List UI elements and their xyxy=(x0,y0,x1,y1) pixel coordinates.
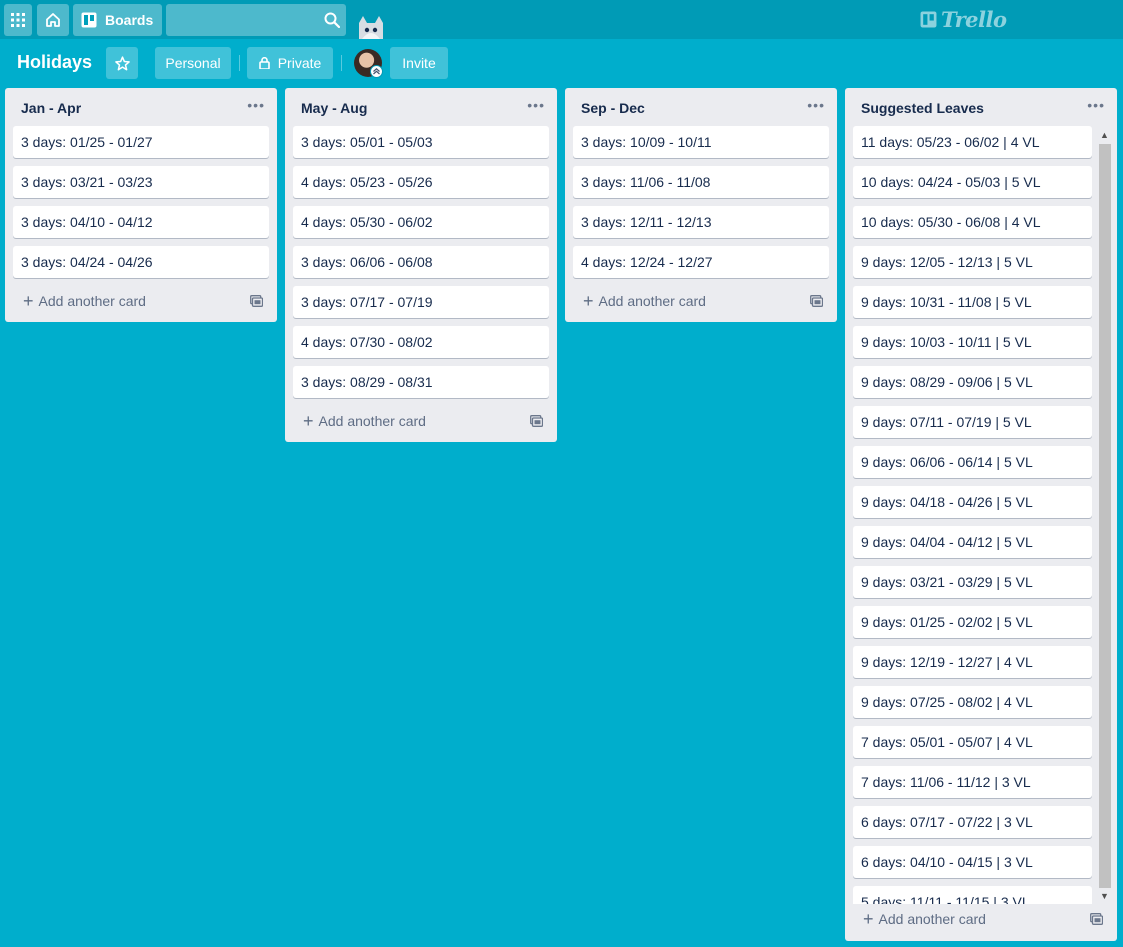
star-board-button[interactable] xyxy=(106,47,138,79)
add-card-button[interactable]: + Add another card xyxy=(583,291,706,311)
card[interactable]: 9 days: 10/31 - 11/08 | 5 VL xyxy=(853,286,1092,318)
card[interactable]: 3 days: 11/06 - 11/08 xyxy=(573,166,829,198)
card[interactable]: 3 days: 04/24 - 04/26 xyxy=(13,246,269,278)
card[interactable]: 9 days: 01/25 - 02/02 | 5 VL xyxy=(853,606,1092,638)
add-card-label: Add another card xyxy=(318,413,426,429)
boards-label: Boards xyxy=(105,12,154,28)
plus-icon: + xyxy=(23,291,34,311)
plus-icon: + xyxy=(583,291,594,311)
list-menu-icon[interactable]: ••• xyxy=(807,97,825,113)
list-title[interactable]: May - Aug xyxy=(301,100,367,116)
trello-logo-text: Trello xyxy=(941,6,1007,32)
add-card-label: Add another card xyxy=(38,293,146,309)
scroll-down-icon[interactable]: ▼ xyxy=(1100,891,1109,901)
add-card-label: Add another card xyxy=(878,911,986,927)
list-menu-icon[interactable]: ••• xyxy=(527,97,545,113)
card[interactable]: 11 days: 05/23 - 06/02 | 4 VL xyxy=(853,126,1092,158)
card[interactable]: 4 days: 07/30 - 08/02 xyxy=(293,326,549,358)
scrollbar-thumb[interactable] xyxy=(1099,144,1111,888)
card[interactable]: 9 days: 07/11 - 07/19 | 5 VL xyxy=(853,406,1092,438)
card[interactable]: 10 days: 04/24 - 05/03 | 5 VL xyxy=(853,166,1092,198)
card-template-icon[interactable] xyxy=(810,295,823,307)
team-button[interactable]: Personal xyxy=(155,47,231,79)
header-divider xyxy=(239,55,240,71)
add-card-button[interactable]: + Add another card xyxy=(23,291,146,311)
card[interactable]: 9 days: 06/06 - 06/14 | 5 VL xyxy=(853,446,1092,478)
list-header: Sep - Dec ••• xyxy=(565,88,837,126)
apps-grid-icon xyxy=(11,13,25,27)
list-sep-dec: Sep - Dec ••• 3 days: 10/09 - 10/11 3 da… xyxy=(565,88,837,322)
card[interactable]: 5 days: 11/11 - 11/15 | 3 VL xyxy=(853,886,1092,904)
list-menu-icon[interactable]: ••• xyxy=(247,97,265,113)
invite-button[interactable]: Invite xyxy=(390,47,448,79)
visibility-button[interactable]: Private xyxy=(247,47,333,79)
card[interactable]: 3 days: 08/29 - 08/31 xyxy=(293,366,549,398)
home-button[interactable] xyxy=(37,4,69,36)
taco-mascot-icon[interactable] xyxy=(356,15,386,39)
card[interactable]: 7 days: 05/01 - 05/07 | 4 VL xyxy=(853,726,1092,758)
card[interactable]: 3 days: 12/11 - 12/13 xyxy=(573,206,829,238)
card[interactable]: 3 days: 10/09 - 10/11 xyxy=(573,126,829,158)
list-scrollbar[interactable]: ▲ ▼ xyxy=(1097,128,1112,906)
list-jan-apr: Jan - Apr ••• 3 days: 01/25 - 01/27 3 da… xyxy=(5,88,277,322)
card[interactable]: 9 days: 04/04 - 04/12 | 5 VL xyxy=(853,526,1092,558)
card[interactable]: 9 days: 04/18 - 04/26 | 5 VL xyxy=(853,486,1092,518)
scroll-up-icon[interactable]: ▲ xyxy=(1100,130,1109,140)
card[interactable]: 7 days: 11/06 - 11/12 | 3 VL xyxy=(853,766,1092,798)
card[interactable]: 9 days: 12/19 - 12/27 | 4 VL xyxy=(853,646,1092,678)
list-may-aug: May - Aug ••• 3 days: 05/01 - 05/03 4 da… xyxy=(285,88,557,442)
card[interactable]: 9 days: 03/21 - 03/29 | 5 VL xyxy=(853,566,1092,598)
card-list-scroll-area[interactable]: 11 days: 05/23 - 06/02 | 4 VL 10 days: 0… xyxy=(845,126,1117,904)
top-bar: Boards Trello xyxy=(0,0,1123,39)
boards-icon xyxy=(81,12,97,28)
card[interactable]: 9 days: 12/05 - 12/13 | 5 VL xyxy=(853,246,1092,278)
search-icon[interactable] xyxy=(324,12,340,28)
trello-logo-icon xyxy=(920,11,937,27)
lock-icon xyxy=(258,57,270,69)
card[interactable]: 4 days: 05/30 - 06/02 xyxy=(293,206,549,238)
card[interactable]: 3 days: 06/06 - 06/08 xyxy=(293,246,549,278)
card-template-icon[interactable] xyxy=(530,415,543,427)
list-header: Suggested Leaves ••• xyxy=(845,88,1117,126)
card[interactable]: 9 days: 10/03 - 10/11 | 5 VL xyxy=(853,326,1092,358)
card[interactable]: 9 days: 07/25 - 08/02 | 4 VL xyxy=(853,686,1092,718)
trello-logo[interactable]: Trello xyxy=(920,6,1007,32)
card[interactable]: 3 days: 04/10 - 04/12 xyxy=(13,206,269,238)
board-title[interactable]: Holidays xyxy=(17,52,92,73)
plus-icon: + xyxy=(303,411,314,431)
plus-icon: + xyxy=(863,909,874,929)
boards-button[interactable]: Boards xyxy=(73,4,162,36)
card[interactable]: 4 days: 12/24 - 12/27 xyxy=(573,246,829,278)
list-menu-icon[interactable]: ••• xyxy=(1087,97,1105,113)
card[interactable]: 3 days: 01/25 - 01/27 xyxy=(13,126,269,158)
add-card-label: Add another card xyxy=(598,293,706,309)
list-title[interactable]: Jan - Apr xyxy=(21,100,81,116)
card[interactable]: 3 days: 03/21 - 03/23 xyxy=(13,166,269,198)
list-title[interactable]: Sep - Dec xyxy=(581,100,645,116)
card-template-icon[interactable] xyxy=(1090,913,1103,925)
header-divider xyxy=(341,55,342,71)
card[interactable]: 10 days: 05/30 - 06/08 | 4 VL xyxy=(853,206,1092,238)
visibility-label: Private xyxy=(277,55,322,71)
search-input[interactable] xyxy=(166,4,316,36)
add-card-button[interactable]: + Add another card xyxy=(303,411,426,431)
list-title[interactable]: Suggested Leaves xyxy=(861,100,984,116)
search-box[interactable] xyxy=(166,4,346,36)
add-card-button[interactable]: + Add another card xyxy=(863,909,986,929)
home-icon xyxy=(46,13,60,27)
list-header: Jan - Apr ••• xyxy=(5,88,277,126)
card[interactable]: 3 days: 05/01 - 05/03 xyxy=(293,126,549,158)
admin-badge-icon xyxy=(370,65,383,78)
card[interactable]: 6 days: 04/10 - 04/15 | 3 VL xyxy=(853,846,1092,878)
list-header: May - Aug ••• xyxy=(285,88,557,126)
card[interactable]: 4 days: 05/23 - 05/26 xyxy=(293,166,549,198)
card-template-icon[interactable] xyxy=(250,295,263,307)
card[interactable]: 3 days: 07/17 - 07/19 xyxy=(293,286,549,318)
card[interactable]: 6 days: 07/17 - 07/22 | 3 VL xyxy=(853,806,1092,838)
apps-button[interactable] xyxy=(4,4,32,36)
star-icon xyxy=(114,55,130,70)
card[interactable]: 9 days: 08/29 - 09/06 | 5 VL xyxy=(853,366,1092,398)
list-suggested-leaves: Suggested Leaves ••• 11 days: 05/23 - 06… xyxy=(845,88,1117,941)
